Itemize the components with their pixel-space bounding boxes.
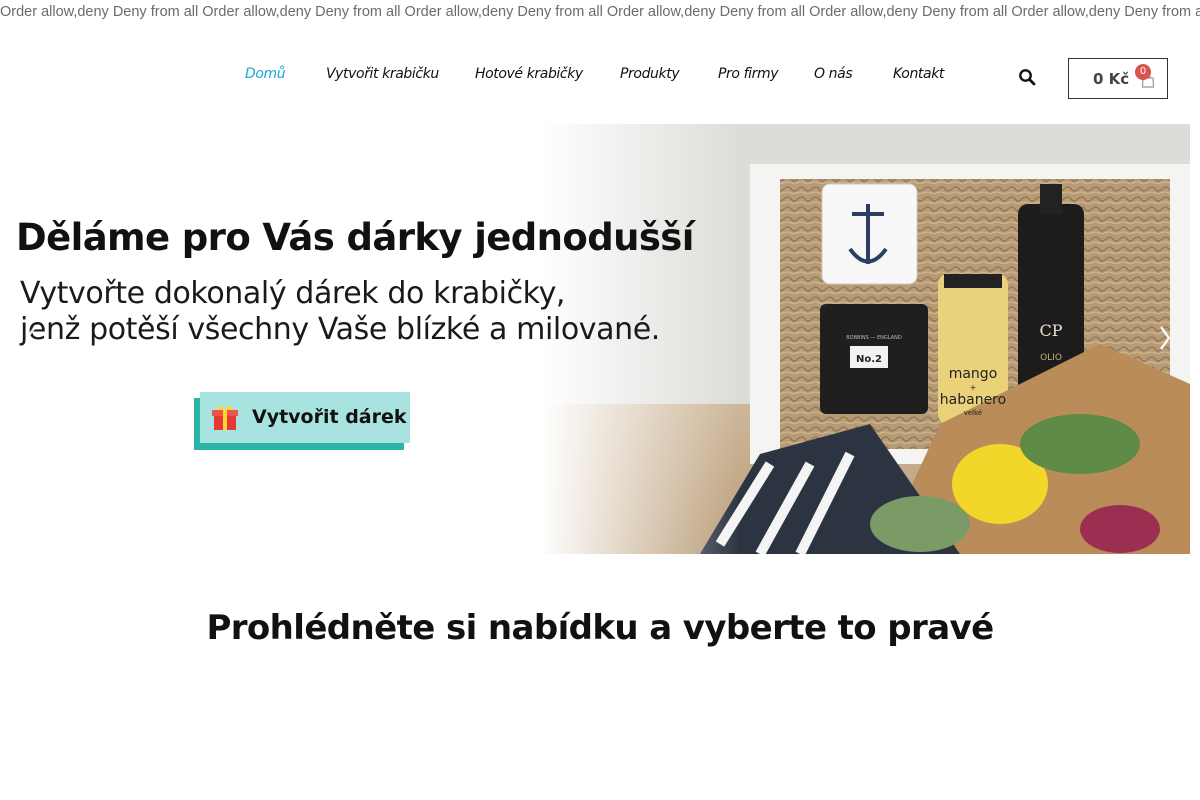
cart-count-badge: 0 (1135, 64, 1151, 80)
bottle-label: CP (1039, 321, 1062, 340)
slider-prev-arrow-icon[interactable] (24, 324, 38, 352)
create-gift-button-label: Vytvořit dárek (252, 406, 407, 428)
create-gift-button[interactable]: Vytvořit dárek (194, 392, 410, 450)
slider-next-arrow-icon[interactable] (1158, 324, 1172, 352)
nav-item-domu[interactable]: Domů (245, 66, 286, 82)
section-heading: Prohlédněte si nabídku a vyberte to prav… (206, 608, 994, 648)
sauce-label-line2: + (970, 383, 977, 392)
nav-item-o-nas[interactable]: O nás (814, 66, 853, 82)
nav-item-hotove-krabicky[interactable]: Hotové krabičky (475, 66, 583, 82)
cart-button[interactable]: 0 Kč 0 (1068, 58, 1168, 99)
sauce-label-line1: mango (949, 366, 998, 382)
candle-brand-label: BOBBINS — ENGLAND (846, 335, 902, 341)
candle-label: No.2 (856, 354, 882, 365)
hero-banner: No.2 BOBBINS — ENGLAND mango + habanero … (0, 124, 1190, 554)
nav-item-kontakt[interactable]: Kontakt (893, 66, 944, 82)
gift-icon (212, 406, 238, 430)
nav-item-pro-firmy[interactable]: Pro firmy (718, 66, 779, 82)
server-error-text: Order allow,deny Deny from all Order all… (0, 4, 1200, 20)
bottle-brand-label: OLIO (1040, 353, 1062, 363)
create-gift-button-face: Vytvořit dárek (200, 392, 410, 443)
search-icon (1019, 69, 1036, 86)
hero-subtitle-line2: jenž potěší všechny Vaše blízké a milova… (20, 312, 660, 347)
sauce-label-line3: habanero (940, 392, 1006, 408)
hero-title: Děláme pro Vás dárky jednodušší (16, 216, 694, 259)
search-button[interactable] (1018, 68, 1038, 88)
nav-item-vytvorit-krabicku[interactable]: Vytvořit krabičku (326, 66, 439, 82)
nav-item-produkty[interactable]: Produkty (620, 66, 680, 82)
cart-amount: 0 Kč (1093, 70, 1130, 88)
hero-subtitle-line1: Vytvořte dokonalý dárek do krabičky, (20, 276, 566, 311)
sauce-label-line4: velké (964, 409, 983, 417)
